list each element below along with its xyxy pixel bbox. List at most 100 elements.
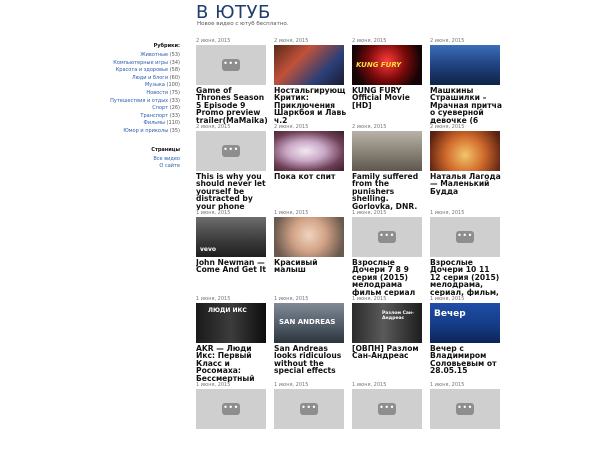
category-link[interactable]: Компьютерные игры	[113, 60, 168, 66]
category-count: (110)	[164, 120, 180, 127]
video-thumbnail[interactable]: •••	[196, 389, 266, 429]
video-title-link[interactable]: Пока кот спит	[274, 173, 335, 180]
category-count: (100)	[164, 82, 180, 89]
video-title: Пока кот спит	[274, 173, 346, 180]
video-thumbnail[interactable]	[274, 45, 344, 85]
category-count: (35)	[168, 127, 180, 134]
video-title-link[interactable]: Ностальгирующий Критик: Приключения Шарк…	[274, 87, 346, 124]
video-title: Машкины Страшилки – Мрачная притча о суе…	[430, 87, 502, 124]
category-link[interactable]: Люди и блоги	[132, 75, 168, 81]
video-date: 2 июня, 2015	[196, 124, 231, 130]
thumbnail-caption: SAN ANDREAS	[279, 318, 336, 326]
video-title-link[interactable]: This is why you should never let yoursel…	[196, 173, 266, 210]
category-count: (53)	[168, 52, 180, 58]
video-thumbnail[interactable]: Вечер	[430, 303, 500, 343]
video-thumbnail[interactable]	[430, 45, 500, 85]
page-link[interactable]: О сайте	[159, 163, 180, 169]
video-card: 1 июня, 2015 •••	[196, 382, 268, 468]
video-card: 1 июня, 2015 Красивый малыш	[274, 210, 346, 296]
video-date: 2 июня, 2015	[352, 38, 387, 44]
video-card: 1 июня, 2015 Разлом Сан-Андреас [ОВПН] Раз…	[352, 296, 424, 382]
category-link[interactable]: Юмор и приколы	[123, 128, 168, 134]
site-tagline: Новое видео с ютуб бесплатно.	[197, 21, 289, 27]
video-thumbnail[interactable]	[352, 131, 422, 171]
video-date: 1 июня, 2015	[430, 296, 465, 302]
video-title-link[interactable]: Взрослые Дочери 7 8 9 серия (2015) мелод…	[352, 259, 415, 296]
play-button-icon: •••	[456, 231, 474, 243]
video-title-link[interactable]: [ОВПН] Разлом Сан-Андреас	[352, 345, 419, 360]
video-card: 1 июня, 2015 •••	[274, 382, 346, 468]
video-thumbnail[interactable]: •••	[352, 217, 422, 257]
video-title-link[interactable]: San Andreas looks ridiculous without the…	[274, 345, 341, 375]
video-title-link[interactable]: Взрослые Дочери 10 11 12 серия (2015) ме…	[430, 259, 499, 296]
category-item: Люди и блоги (60)	[100, 75, 180, 83]
video-date: 1 июня, 2015	[196, 296, 231, 302]
video-title-link[interactable]: Наталья Лагода — Маленький Будда	[430, 173, 501, 195]
video-title: [ОВПН] Разлом Сан-Андреас	[352, 345, 424, 360]
video-card: 2 июня, 2015 Наталья Лагода — Маленький Б…	[430, 124, 502, 210]
play-button-icon: •••	[222, 59, 240, 71]
video-card: 1 июня, 2015 SAN ANDREAS San Andreas looks…	[274, 296, 346, 382]
category-link[interactable]: Транспорт	[140, 113, 168, 119]
video-thumbnail[interactable]: •••	[196, 45, 266, 85]
video-thumbnail[interactable]: •••	[352, 389, 422, 429]
video-title-link[interactable]: Family suffered from the punishers shell…	[352, 173, 418, 210]
pages-heading: Страницы	[151, 146, 180, 153]
video-date: 1 июня, 2015	[274, 210, 309, 216]
video-title: Наталья Лагода — Маленький Будда	[430, 173, 502, 195]
video-thumbnail[interactable]	[430, 131, 500, 171]
site-title[interactable]: В ЮТУБ	[196, 2, 271, 23]
video-card: 2 июня, 2015 ••• This is why you should ne…	[196, 124, 268, 210]
video-thumbnail[interactable]: •••	[430, 217, 500, 257]
category-link[interactable]: Фильмы	[144, 120, 165, 126]
thumbnail-caption: KUNG FURY	[356, 61, 402, 69]
categories-heading: Рубрики:	[153, 43, 180, 49]
video-title-link[interactable]: Красивый малыш	[274, 259, 318, 274]
video-title-link[interactable]: KUNG FURY Official Movie [HD]	[352, 87, 410, 109]
page-link[interactable]: Все видео	[153, 156, 180, 162]
page-item: Все видео	[100, 156, 180, 164]
category-link[interactable]: Музыка	[145, 82, 165, 88]
video-thumbnail[interactable]: SAN ANDREAS	[274, 303, 344, 343]
video-thumbnail[interactable]: Разлом Сан-Андреас	[352, 303, 422, 343]
video-card: 2 июня, 2015 Пока кот спит	[274, 124, 346, 210]
video-date: 1 июня, 2015	[430, 210, 465, 216]
video-title-link[interactable]: Вечер с Владимиром Соловьевым от 28.05.1…	[430, 345, 496, 375]
video-thumbnail[interactable]	[274, 217, 344, 257]
video-thumbnail[interactable]: •••	[196, 131, 266, 171]
video-date: 2 июня, 2015	[430, 38, 465, 44]
thumbnail-caption: vevo	[200, 246, 217, 253]
category-item: Путешествия и отдых (33)	[100, 98, 180, 106]
video-thumbnail[interactable]: ЛЮДИ ИКС	[196, 303, 266, 343]
video-card: 1 июня, 2015 ••• Взрослые Дочери 10 11 12 …	[430, 210, 502, 296]
video-thumbnail[interactable]: vevo	[196, 217, 266, 257]
video-thumbnail[interactable]: •••	[274, 389, 344, 429]
category-item: Фильмы (110)	[100, 120, 180, 128]
category-item: Музыка (100)	[100, 82, 180, 90]
video-thumbnail[interactable]	[274, 131, 344, 171]
video-title-link[interactable]: Game of Thrones Season 5 Episode 9 Promo…	[196, 87, 268, 124]
video-date: 2 июня, 2015	[274, 124, 309, 130]
video-card: 2 июня, 2015 Машкины Страшилки – Мрачная …	[430, 38, 502, 124]
category-item: Юмор и приколы (35)	[100, 128, 180, 136]
video-thumbnail[interactable]: •••	[430, 389, 500, 429]
category-link[interactable]: Животные	[140, 52, 168, 58]
video-date: 1 июня, 2015	[352, 382, 387, 388]
play-button-icon: •••	[378, 231, 396, 243]
category-link[interactable]: Красота и здоровье	[116, 67, 168, 73]
video-thumbnail[interactable]: KUNG FURY	[352, 45, 422, 85]
category-count: (33)	[168, 112, 180, 119]
video-card: 1 июня, 2015 vevo John Newman — Come And G…	[196, 210, 268, 296]
video-title-link[interactable]: Машкины Страшилки – Мрачная притча о суе…	[430, 87, 502, 124]
category-link[interactable]: Новости	[146, 90, 168, 96]
category-item: Красота и здоровье (58)	[100, 67, 180, 75]
sidebar: Рубрики: Животные (53) Компьютерные игры …	[100, 40, 180, 171]
video-title: Взрослые Дочери 10 11 12 серия (2015) ме…	[430, 259, 502, 296]
category-link[interactable]: Спорт	[152, 105, 168, 111]
category-link[interactable]: Путешествия и отдых	[110, 98, 168, 104]
video-card: 1 июня, 2015 •••	[352, 382, 424, 468]
video-card: 1 июня, 2015 Вечер Вечер с Владимиром Соло…	[430, 296, 502, 382]
video-row: 1 июня, 2015 vevo John Newman — Come And G…	[196, 210, 600, 296]
video-title-link[interactable]: AKR — Люди Икс: Первый Класс и Росомаха:…	[196, 345, 255, 382]
video-title-link[interactable]: John Newman — Come And Get It	[196, 259, 266, 274]
